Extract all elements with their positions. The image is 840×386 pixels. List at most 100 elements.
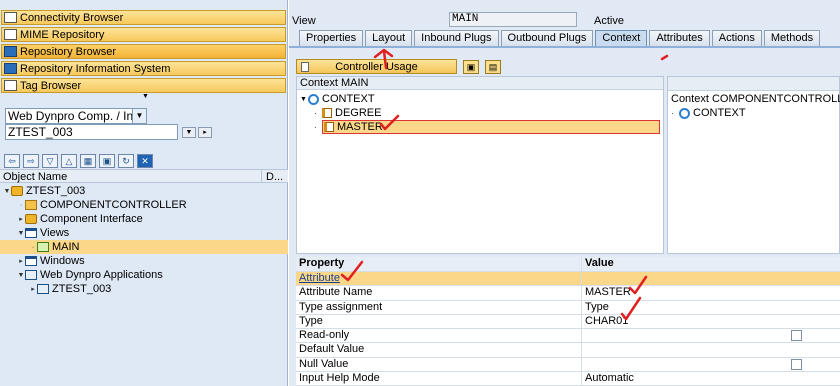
tab-outbound-plugs[interactable]: Outbound Plugs	[500, 30, 594, 46]
dropdown-button[interactable]: ▼	[182, 127, 196, 138]
tree-node-label: Web Dynpro Applications	[40, 269, 163, 281]
screen-icon[interactable]: ▣	[99, 154, 115, 168]
tree-node-label: ZTEST_003	[52, 283, 112, 295]
selected-attribute-highlight[interactable]: MASTER	[322, 120, 660, 134]
editor-tabs: Properties Layout Inbound Plugs Outbound…	[299, 30, 822, 46]
property-name: Type assignment	[296, 300, 582, 314]
table-row: Type CHAR01	[296, 314, 840, 330]
view-context-tree: Context MAIN ▼ CONTEXT · DEGREE · MASTER	[296, 76, 664, 254]
tab-inbound-plugs[interactable]: Inbound Plugs	[414, 30, 499, 46]
component-context-root-node[interactable]: · CONTEXT	[671, 106, 746, 120]
table-row: Input Help Mode Automatic	[296, 372, 840, 386]
tag-browser-label: Tag Browser	[20, 79, 82, 92]
tab-properties[interactable]: Properties	[299, 30, 364, 46]
find-next-icon[interactable]: ▤	[485, 59, 501, 74]
repository-information-system-button[interactable]: Repository Information System	[1, 61, 286, 76]
connectivity-browser-button[interactable]: Connectivity Browser	[1, 10, 286, 25]
leaf-bullet-icon: ·	[671, 108, 674, 118]
view-context-header: Context MAIN	[297, 77, 663, 90]
tab-context[interactable]: Context	[595, 30, 648, 46]
object-name-input[interactable]: ZTEST_003	[5, 124, 178, 140]
navigation-pane: Connectivity Browser MIME Repository Rep…	[0, 0, 288, 386]
tree-node-label: Windows	[40, 255, 85, 267]
mime-icon	[4, 29, 17, 40]
description-column[interactable]: D...	[266, 171, 283, 183]
tab-layout[interactable]: Layout	[365, 30, 413, 46]
property-name: Default Value	[296, 343, 582, 357]
expanded-triangle-icon[interactable]: ▼	[17, 272, 25, 279]
tab-attributes[interactable]: Attributes	[649, 30, 710, 46]
tab-methods[interactable]: Methods	[763, 30, 821, 46]
read-only-checkbox[interactable]	[791, 330, 802, 342]
collapsed-triangle-icon[interactable]: ▸	[29, 285, 37, 293]
object-name-column[interactable]: Object Name	[3, 171, 67, 183]
tree-node-label: Views	[40, 227, 70, 239]
object-type-value: Web Dynpro Comp. / Intf.	[8, 109, 144, 123]
property-value-field[interactable]	[582, 343, 840, 356]
expand-arrow-icon[interactable]: ▼	[142, 93, 149, 100]
property-name: Null Value	[296, 357, 582, 372]
leaf-bullet-icon: ·	[31, 243, 35, 251]
tab-actions[interactable]: Actions	[711, 30, 762, 46]
views-folder-icon	[25, 228, 37, 238]
binoculars-icon[interactable]: ▣	[463, 59, 479, 74]
refresh-icon[interactable]: ↻	[118, 154, 134, 168]
context-attribute-degree[interactable]: · DEGREE	[314, 106, 381, 120]
back-icon[interactable]: ⇦	[4, 154, 20, 168]
collapsed-triangle-icon[interactable]: ▸	[17, 215, 25, 223]
tree-node-windows[interactable]: ▸ Windows	[0, 254, 288, 268]
context-attribute-master[interactable]: · MASTER	[314, 120, 660, 134]
tag-icon	[4, 80, 17, 91]
controller-usage-button[interactable]: Controller Usage	[296, 59, 457, 74]
collapse-icon[interactable]: ▽	[42, 154, 58, 168]
display-button[interactable]: ▸	[198, 127, 212, 138]
property-group-link[interactable]: Attribute	[296, 272, 582, 286]
property-value-cell	[582, 329, 840, 342]
object-type-select[interactable]: Web Dynpro Comp. / Intf. ▼	[5, 108, 147, 124]
close-icon[interactable]: ✕	[137, 154, 153, 168]
leaf-bullet-icon: ·	[314, 122, 317, 132]
attribute-icon	[324, 122, 334, 132]
tree-node-application[interactable]: ▸ ZTEST_003	[0, 282, 288, 296]
expanded-triangle-icon[interactable]: ▼	[17, 230, 25, 237]
repository-browser-button[interactable]: Repository Browser	[1, 44, 286, 59]
mime-repository-button[interactable]: MIME Repository	[1, 27, 286, 42]
context-root-node[interactable]: ▼ CONTEXT	[300, 92, 375, 106]
component-context-header: Context COMPONENTCONTROLLER	[671, 93, 840, 105]
context-root-label: CONTEXT	[322, 93, 375, 105]
context-attribute-label: DEGREE	[335, 107, 382, 119]
component-context-root-label: CONTEXT	[693, 107, 746, 119]
collapsed-triangle-icon[interactable]: ▸	[17, 257, 25, 265]
editor-pane: View MAIN Active Properties Layout Inbou…	[289, 0, 840, 386]
forward-icon[interactable]: ⇨	[23, 154, 39, 168]
tree-node-label: MAIN	[52, 241, 80, 253]
tag-browser-button[interactable]: Tag Browser	[1, 78, 286, 93]
property-value-field[interactable]: Automatic	[582, 372, 840, 385]
null-value-checkbox[interactable]	[791, 358, 802, 370]
view-name-field[interactable]: MAIN	[449, 12, 577, 27]
tree-node-web-dynpro-applications[interactable]: ▼ Web Dynpro Applications	[0, 268, 288, 282]
tree-node-views[interactable]: ▼ Views	[0, 226, 288, 240]
chevron-down-icon[interactable]: ▼	[132, 109, 146, 123]
property-column-header: Property	[296, 257, 582, 271]
component-icon	[25, 214, 37, 224]
tree-node-main-view[interactable]: · MAIN	[0, 240, 288, 254]
attribute-icon	[322, 108, 332, 118]
tree-node-component[interactable]: ▼ ZTEST_003	[0, 184, 288, 198]
repository-browser-label: Repository Browser	[20, 45, 116, 58]
property-value-field[interactable]: CHAR01	[582, 315, 840, 328]
expanded-triangle-icon[interactable]: ▼	[300, 96, 308, 103]
hierarchy-icon[interactable]: ▦	[80, 154, 96, 168]
document-icon	[301, 61, 309, 72]
component-context-toolbar	[668, 77, 839, 91]
expanded-triangle-icon[interactable]: ▼	[3, 188, 11, 195]
tree-node-componentcontroller[interactable]: · COMPONENTCONTROLLER	[0, 198, 288, 212]
application-icon	[37, 284, 49, 294]
property-value-field[interactable]: MASTER	[582, 286, 840, 299]
tree-node-label: ZTEST_003	[26, 185, 86, 197]
expand-icon[interactable]: △	[61, 154, 77, 168]
controller-icon	[25, 200, 37, 210]
property-value-field[interactable]: Type	[582, 301, 840, 314]
property-table-header: Property Value	[296, 257, 840, 272]
tree-node-component-interface[interactable]: ▸ Component Interface	[0, 212, 288, 226]
